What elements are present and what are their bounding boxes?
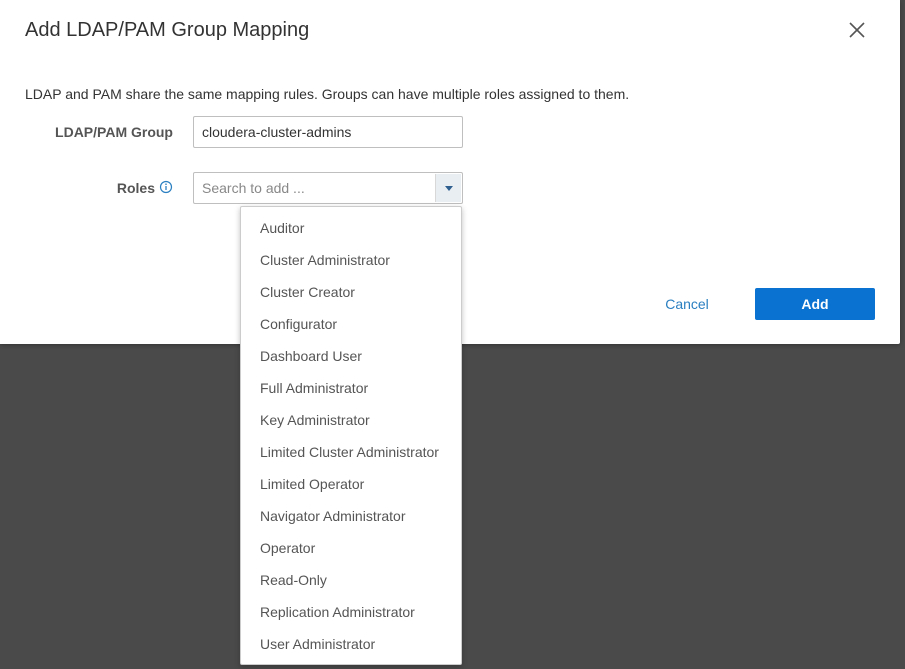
- roles-select[interactable]: [193, 172, 463, 204]
- roles-dropdown-toggle[interactable]: [435, 174, 461, 202]
- roles-search-input[interactable]: [194, 173, 434, 203]
- role-option-full-administrator[interactable]: Full Administrator: [241, 372, 461, 404]
- role-option-key-administrator[interactable]: Key Administrator: [241, 404, 461, 436]
- roles-label: Roles: [116, 180, 155, 196]
- caret-down-icon: [445, 186, 453, 191]
- role-option-read-only[interactable]: Read-Only: [241, 564, 461, 596]
- group-input[interactable]: [193, 116, 463, 148]
- role-option-operator[interactable]: Operator: [241, 532, 461, 564]
- role-option-replication-administrator[interactable]: Replication Administrator: [241, 596, 461, 628]
- role-option-dashboard-user[interactable]: Dashboard User: [241, 340, 461, 372]
- role-option-cluster-administrator[interactable]: Cluster Administrator: [241, 244, 461, 276]
- info-icon[interactable]: [159, 180, 173, 194]
- role-option-auditor[interactable]: Auditor: [241, 212, 461, 244]
- group-label: LDAP/PAM Group: [55, 124, 173, 140]
- add-button[interactable]: Add: [755, 288, 875, 320]
- dialog-title: Add LDAP/PAM Group Mapping: [25, 19, 310, 41]
- role-option-navigator-administrator[interactable]: Navigator Administrator: [241, 500, 461, 532]
- roles-dropdown-menu: Auditor Cluster Administrator Cluster Cr…: [240, 206, 462, 665]
- role-option-limited-operator[interactable]: Limited Operator: [241, 468, 461, 500]
- role-option-user-administrator[interactable]: User Administrator: [241, 628, 461, 660]
- cancel-button[interactable]: Cancel: [652, 288, 722, 320]
- close-icon[interactable]: [846, 19, 868, 41]
- dialog-description: LDAP and PAM share the same mapping rule…: [25, 86, 630, 102]
- role-option-limited-cluster-administrator[interactable]: Limited Cluster Administrator: [241, 436, 461, 468]
- role-option-configurator[interactable]: Configurator: [241, 308, 461, 340]
- role-option-cluster-creator[interactable]: Cluster Creator: [241, 276, 461, 308]
- roles-options-list: Auditor Cluster Administrator Cluster Cr…: [241, 212, 461, 660]
